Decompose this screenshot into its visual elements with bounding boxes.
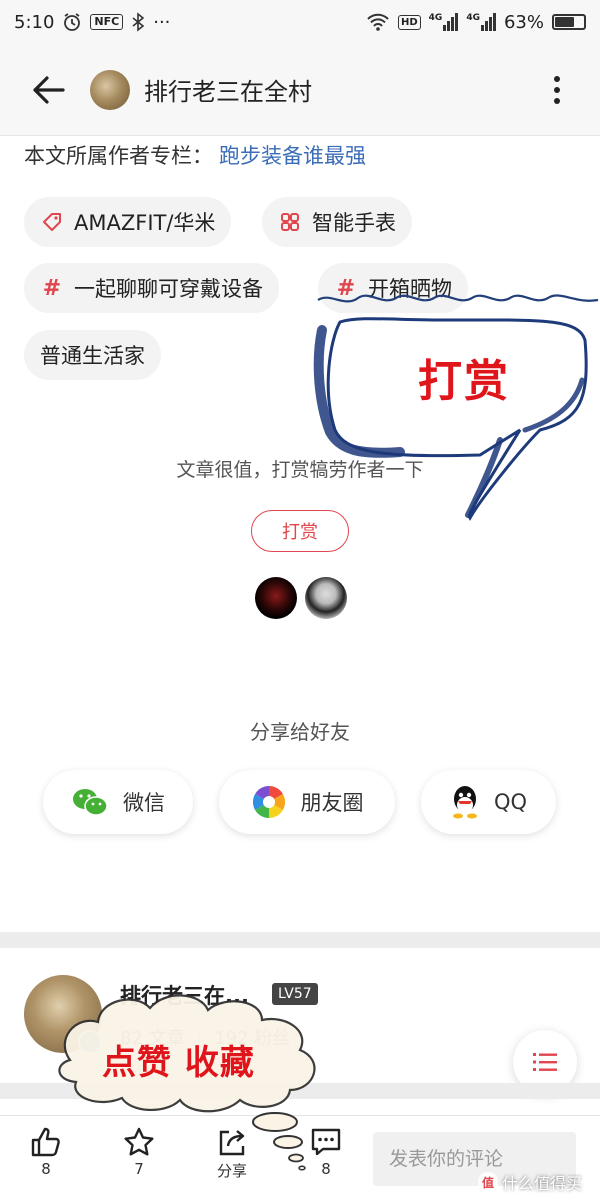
share-icon	[219, 1130, 245, 1156]
reward-button[interactable]: 打赏	[251, 510, 349, 552]
nav-bar: 排行老三在全村	[0, 44, 600, 136]
share-button[interactable]: 分享	[197, 1126, 267, 1181]
status-time: 5:10	[14, 11, 55, 33]
status-bar: 5:10 NFC ··· HD 4G 4G 63%	[0, 0, 600, 44]
tag-wearables[interactable]: # 一起聊聊可穿戴设备	[24, 263, 279, 313]
share-title: 分享给好友	[250, 720, 350, 744]
speech-bubble-text: 打赏	[418, 356, 510, 407]
tag-label: 一起聊聊可穿戴设备	[74, 277, 263, 301]
comment-icon	[311, 1128, 341, 1156]
author-avatar-small[interactable]	[90, 69, 130, 110]
section-divider	[0, 1083, 600, 1099]
more-notifications-icon: ···	[153, 11, 171, 33]
nfc-icon: NFC	[90, 14, 124, 30]
tag-label: AMAZFIT/华米	[74, 211, 216, 235]
more-menu-button[interactable]	[542, 70, 572, 110]
tag-ordinary-life[interactable]: 普通生活家	[24, 330, 161, 380]
battery-percent: 63%	[503, 11, 544, 33]
share-wechat-button[interactable]: 微信	[43, 770, 193, 834]
watermark-logo-icon: 值	[478, 1172, 498, 1192]
star-icon	[124, 1127, 154, 1156]
tag-label: 开箱晒物	[368, 277, 452, 301]
favorite-button[interactable]: 7	[104, 1126, 174, 1178]
tag-label: 智能手表	[312, 211, 396, 235]
share-label: QQ	[493, 790, 528, 814]
qq-icon	[452, 786, 477, 819]
like-count: 8	[41, 1160, 51, 1178]
bluetooth-icon	[132, 12, 145, 32]
hd-icon: HD	[398, 14, 421, 30]
battery-fill	[555, 17, 574, 27]
watermark: 值 什么值得买	[478, 1170, 582, 1194]
tag-smartwatch[interactable]: 智能手表	[262, 197, 412, 247]
column-link[interactable]: 跑步装备谁最强	[219, 144, 366, 168]
supporter-avatar[interactable]	[255, 577, 297, 619]
section-divider	[0, 932, 600, 948]
reward-prompt: 文章很值，打赏犒劳作者一下	[176, 459, 424, 481]
verified-icon	[78, 1030, 102, 1054]
hashtag-icon: #	[336, 275, 356, 301]
share-qq-button[interactable]: QQ	[421, 770, 556, 834]
moments-icon	[252, 785, 285, 819]
thumbs-up-icon	[31, 1127, 60, 1157]
share-moments-button[interactable]: 朋友圈	[219, 770, 395, 834]
comment-button[interactable]: 8	[291, 1126, 361, 1178]
like-button[interactable]: 8	[11, 1126, 81, 1178]
tag-label: 普通生活家	[40, 344, 145, 368]
hashtag-icon: #	[42, 275, 62, 301]
author-column: 本文所属作者专栏： 跑步装备谁最强	[24, 140, 366, 170]
level-badge: LV57	[272, 983, 318, 1005]
comment-count: 8	[321, 1160, 331, 1178]
cloud-text: 点赞 收藏	[102, 1043, 255, 1083]
author-name[interactable]: 排行老三在...	[120, 980, 249, 1010]
supporter-avatar[interactable]	[305, 577, 347, 619]
column-label: 本文所属作者专栏：	[24, 144, 213, 168]
nav-title[interactable]: 排行老三在全村	[144, 72, 312, 107]
alarm-icon	[64, 13, 81, 31]
wechat-icon	[73, 789, 108, 816]
tag-amazfit[interactable]: AMAZFIT/华米	[24, 197, 232, 247]
share-label: 微信	[123, 791, 165, 815]
signal-icon-2: 4G	[466, 13, 496, 31]
tag-unboxing[interactable]: # 开箱晒物	[318, 263, 468, 313]
arrow-left-icon	[33, 75, 65, 104]
back-button[interactable]	[18, 60, 78, 120]
wifi-icon	[367, 13, 389, 31]
favorite-count: 7	[134, 1160, 144, 1178]
list-icon	[533, 1053, 557, 1071]
grid-icon	[278, 210, 302, 234]
battery-icon	[552, 14, 586, 30]
watermark-text: 什么值得买	[502, 1174, 583, 1193]
tag-icon	[40, 210, 64, 234]
share-label: 朋友圈	[300, 791, 364, 815]
signal-icon-1: 4G	[429, 13, 459, 31]
share-label: 分享	[216, 1162, 247, 1180]
